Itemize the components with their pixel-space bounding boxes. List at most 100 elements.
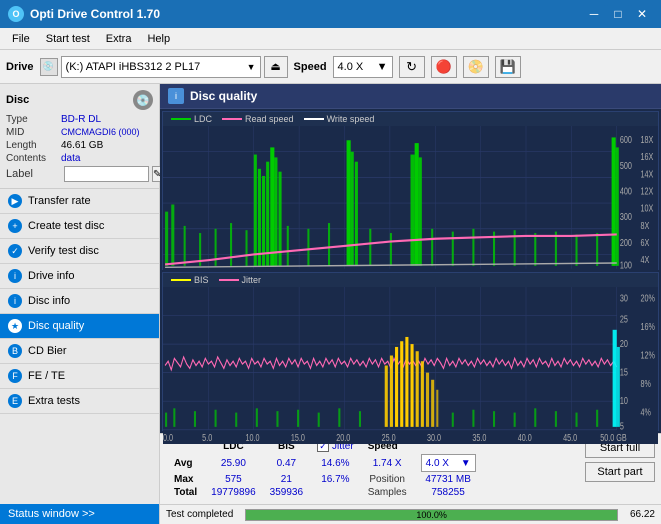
max-bis: 21 bbox=[264, 474, 309, 485]
type-label: Type bbox=[6, 114, 61, 125]
nav-item-extra-tests[interactable]: E Extra tests bbox=[0, 389, 159, 414]
max-label: Max bbox=[168, 474, 203, 485]
menu-help[interactable]: Help bbox=[139, 31, 178, 47]
menubar: File Start test Extra Help bbox=[0, 28, 661, 50]
type-value: BD-R DL bbox=[61, 114, 101, 125]
svg-text:400: 400 bbox=[620, 185, 632, 196]
svg-text:15.0: 15.0 bbox=[291, 432, 305, 443]
speed-selector[interactable]: 4.0 X ▼ bbox=[333, 56, 393, 78]
refresh-button[interactable]: ↻ bbox=[399, 56, 425, 78]
disc-section-title: Disc bbox=[6, 94, 29, 106]
nav-icon-fe: F bbox=[8, 369, 22, 383]
nav-icon-transfer: ▶ bbox=[8, 194, 22, 208]
start-part-button[interactable]: Start part bbox=[585, 462, 655, 482]
svg-text:14X: 14X bbox=[640, 168, 653, 179]
nav-icon-extra: E bbox=[8, 394, 22, 408]
drive-selector[interactable]: (K:) ATAPI iHBS312 2 PL17 ▼ bbox=[61, 56, 261, 78]
drivebar: Drive 💿 (K:) ATAPI iHBS312 2 PL17 ▼ ⏏ Sp… bbox=[0, 50, 661, 84]
nav-item-cd-bier[interactable]: B CD Bier bbox=[0, 339, 159, 364]
svg-text:40.0: 40.0 bbox=[518, 432, 532, 443]
jitter-legend-color bbox=[219, 279, 239, 281]
disc-icon: 💿 bbox=[133, 90, 153, 110]
nav-icon-quality: ★ bbox=[8, 319, 22, 333]
bis-legend-color bbox=[171, 279, 191, 281]
sidebar: Disc 💿 Type BD-R DL MID CMCMAGDI6 (000) … bbox=[0, 84, 160, 524]
avg-ldc: 25.90 bbox=[205, 454, 262, 472]
progress-label: 100.0% bbox=[416, 510, 447, 520]
svg-text:10X: 10X bbox=[640, 202, 653, 213]
nav-item-drive-info[interactable]: i Drive info bbox=[0, 264, 159, 289]
close-button[interactable]: ✕ bbox=[631, 4, 653, 24]
menu-start-test[interactable]: Start test bbox=[38, 31, 98, 47]
svg-text:16%: 16% bbox=[640, 321, 655, 332]
menu-extra[interactable]: Extra bbox=[98, 31, 140, 47]
svg-text:35.0: 35.0 bbox=[472, 432, 486, 443]
svg-text:10.0: 10.0 bbox=[246, 432, 260, 443]
nav-item-verify-test-disc[interactable]: ✓ Verify test disc bbox=[0, 239, 159, 264]
nav-item-disc-quality[interactable]: ★ Disc quality bbox=[0, 314, 159, 339]
statusbar: Test completed 100.0% 66.22 bbox=[160, 504, 661, 524]
svg-text:18X: 18X bbox=[640, 134, 653, 145]
nav-item-create-test-disc[interactable]: + Create test disc bbox=[0, 214, 159, 239]
svg-text:25.0: 25.0 bbox=[382, 432, 396, 443]
tool-button-2[interactable]: 📀 bbox=[463, 56, 489, 78]
window-controls[interactable]: ─ □ ✕ bbox=[583, 4, 653, 24]
svg-text:20.0: 20.0 bbox=[336, 432, 350, 443]
nav-item-transfer-rate[interactable]: ▶ Transfer rate bbox=[0, 189, 159, 214]
writespeed-legend-color bbox=[304, 118, 324, 120]
eject-button[interactable]: ⏏ bbox=[264, 56, 288, 78]
svg-text:30: 30 bbox=[620, 292, 628, 303]
nav-icon-disc: i bbox=[8, 294, 22, 308]
bis-chart-svg: 30 25 20 15 10 5 20% 16% 12% 8% 4% 0.0 bbox=[163, 287, 658, 444]
contents-label: Contents bbox=[6, 153, 61, 164]
nav-item-fe-te[interactable]: F FE / TE bbox=[0, 364, 159, 389]
nav-icon-cd: B bbox=[8, 344, 22, 358]
svg-text:16X: 16X bbox=[640, 151, 653, 162]
disc-section: Disc 💿 Type BD-R DL MID CMCMAGDI6 (000) … bbox=[0, 84, 159, 189]
length-label: Length bbox=[6, 140, 61, 151]
drive-icon: 💿 bbox=[40, 58, 58, 76]
status-text: Test completed bbox=[166, 509, 233, 520]
save-button[interactable]: 💾 bbox=[495, 56, 521, 78]
avg-label: Avg bbox=[168, 454, 203, 472]
charts-area: LDC Read speed Write speed bbox=[160, 109, 661, 433]
main-area: Disc 💿 Type BD-R DL MID CMCMAGDI6 (000) … bbox=[0, 84, 661, 524]
svg-text:4X: 4X bbox=[640, 254, 649, 265]
progress-bar-container: 100.0% bbox=[245, 509, 618, 521]
svg-text:25: 25 bbox=[620, 314, 628, 325]
bis-chart: BIS Jitter bbox=[162, 272, 659, 431]
avg-bis: 0.47 bbox=[264, 454, 309, 472]
total-ldc: 19779896 bbox=[205, 487, 262, 498]
ldc-chart: LDC Read speed Write speed bbox=[162, 111, 659, 270]
status-window-button[interactable]: Status window >> bbox=[0, 504, 159, 524]
avg-jitter: 14.6% bbox=[311, 454, 360, 472]
speed-label: Speed bbox=[294, 61, 327, 73]
maximize-button[interactable]: □ bbox=[607, 4, 629, 24]
samples-label: Samples bbox=[368, 487, 407, 498]
svg-text:500: 500 bbox=[620, 160, 632, 171]
nav-icon-drive: i bbox=[8, 269, 22, 283]
label-input[interactable] bbox=[64, 166, 149, 182]
disc-quality-header: i Disc quality bbox=[160, 84, 661, 109]
nav-icon-create: + bbox=[8, 219, 22, 233]
nav-item-disc-info[interactable]: i Disc info bbox=[0, 289, 159, 314]
label-label: Label bbox=[6, 168, 61, 180]
mid-label: MID bbox=[6, 127, 61, 138]
drive-label: Drive bbox=[6, 61, 34, 73]
svg-text:5: 5 bbox=[620, 421, 624, 432]
svg-text:8X: 8X bbox=[640, 220, 649, 231]
svg-text:45.0: 45.0 bbox=[563, 432, 577, 443]
app-icon: O bbox=[8, 6, 24, 22]
svg-text:4%: 4% bbox=[640, 406, 651, 417]
minimize-button[interactable]: ─ bbox=[583, 4, 605, 24]
max-ldc: 575 bbox=[205, 474, 262, 485]
svg-text:600: 600 bbox=[620, 134, 632, 145]
svg-text:100: 100 bbox=[620, 260, 632, 271]
tool-button-1[interactable]: 🔴 bbox=[431, 56, 457, 78]
position-value: 47731 MB bbox=[425, 474, 471, 485]
menu-file[interactable]: File bbox=[4, 31, 38, 47]
speed-selector-stats[interactable]: 4.0 X ▼ bbox=[421, 454, 476, 472]
content-area: i Disc quality LDC Read speed bbox=[160, 84, 661, 524]
length-value: 46.61 GB bbox=[61, 140, 103, 151]
bis-legend: BIS Jitter bbox=[163, 273, 658, 287]
